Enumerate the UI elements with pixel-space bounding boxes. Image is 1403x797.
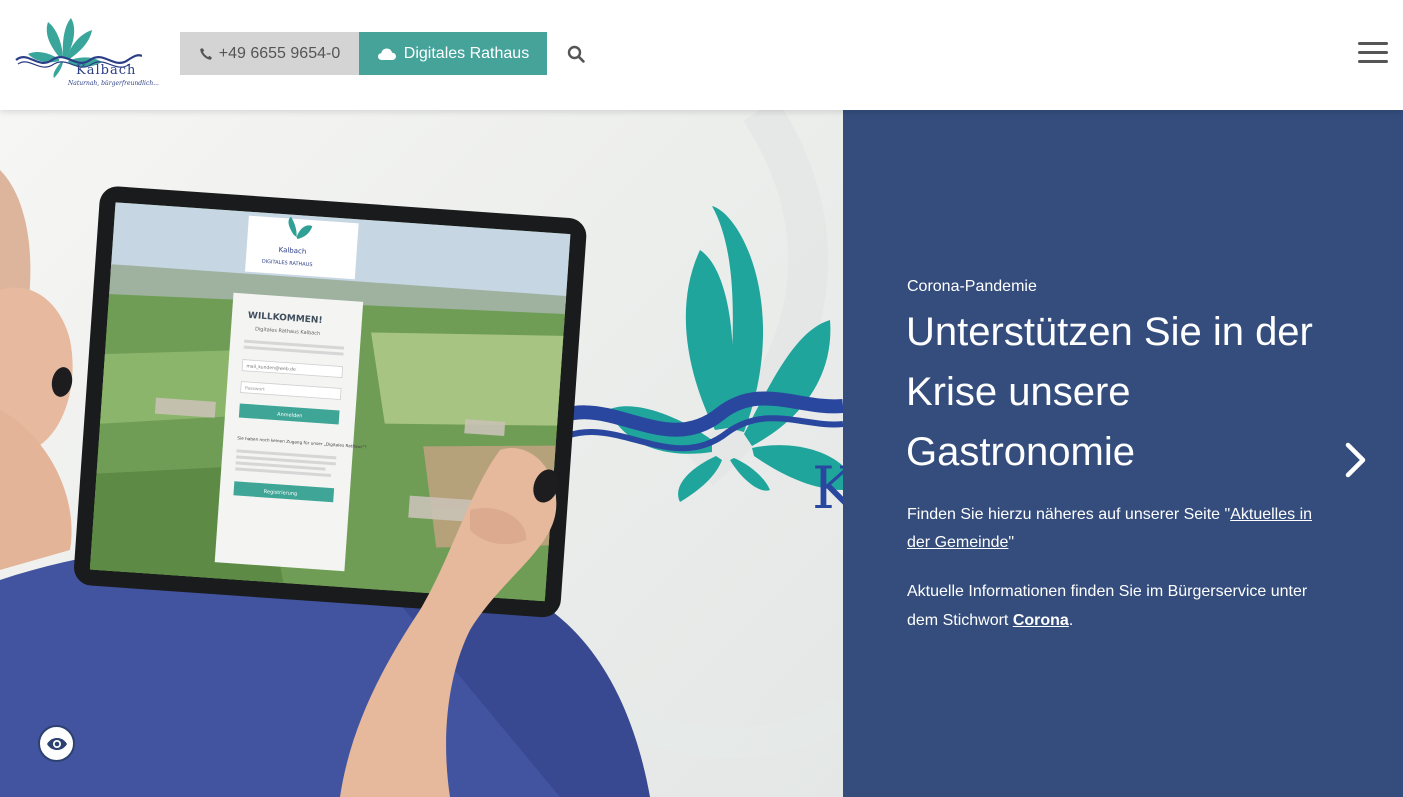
logo-tagline: Naturnah, bürgerfreundlich...	[68, 80, 159, 87]
slide-paragraph-1-text: Finden Sie hierzu näheres auf unserer Se…	[907, 506, 1231, 523]
eye-icon	[46, 737, 67, 750]
accessibility-button[interactable]	[38, 725, 75, 762]
slide-paragraph-2-text: Aktuelle Informationen finden Sie im Bür…	[907, 583, 1308, 629]
phone-number-label: +49 6655 9654-0	[218, 44, 341, 62]
slide-eyebrow: Corona-Pandemie	[907, 278, 1037, 295]
logo-wordmark: Kalbach	[76, 63, 137, 78]
digitales-rathaus-button[interactable]: Digitales Rathaus	[359, 32, 547, 75]
slider-next-button[interactable]	[1340, 440, 1370, 480]
corona-link[interactable]: Corona	[1013, 612, 1069, 629]
hero-illustration: K Kalbach DIGITALES RATHAUS WILLKOMMEN! …	[0, 110, 843, 797]
search-icon	[567, 45, 585, 63]
cloud-icon	[377, 48, 396, 60]
hero-image: K Kalbach DIGITALES RATHAUS WILLKOMMEN! …	[0, 110, 843, 797]
chestnut-leaf-logo-icon	[15, 18, 142, 78]
slide-headline: Unterstützen Sie in der Krise unsere Gas…	[906, 310, 1313, 474]
slide-paragraph-2-end: .	[1068, 612, 1074, 629]
site-logo[interactable]: Kalbach Naturnah, bürgerfreundlich...	[14, 16, 159, 90]
slide-paragraph-2: Aktuelle Informationen finden Sie im Bür…	[907, 577, 1327, 635]
site-header: Kalbach Naturnah, bürgerfreundlich... +4…	[0, 0, 1403, 110]
digitales-rathaus-label: Digitales Rathaus	[403, 44, 530, 62]
slide-paragraph-1: Finden Sie hierzu näheres auf unserer Se…	[907, 501, 1327, 557]
phone-icon	[199, 47, 212, 60]
slide-content-panel: Corona-Pandemie Unterstützen Sie in der …	[843, 110, 1403, 797]
chevron-right-icon	[1345, 442, 1366, 478]
svg-text:K: K	[812, 454, 843, 522]
hamburger-menu-icon[interactable]	[1356, 40, 1390, 66]
search-button[interactable]	[564, 42, 588, 66]
phone-button[interactable]: +49 6655 9654-0	[180, 32, 359, 75]
slide-paragraph-1-end: "	[1008, 534, 1015, 551]
